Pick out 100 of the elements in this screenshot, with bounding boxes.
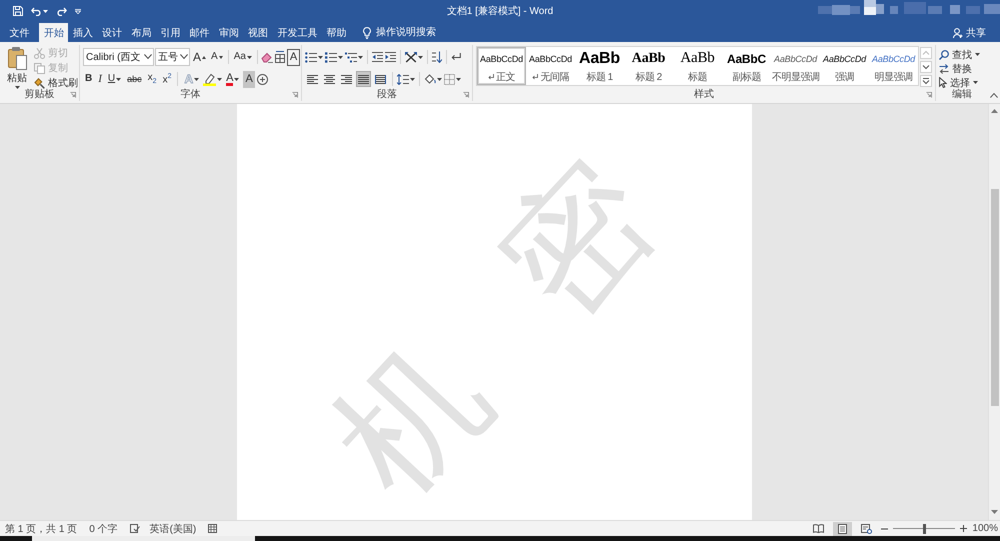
plus-icon[interactable]: [960, 525, 968, 532]
caret-down-icon[interactable]: [217, 78, 222, 80]
chevron-up-icon[interactable]: [990, 93, 998, 98]
ribbon-tab[interactable]: 布局: [126, 23, 156, 42]
lightbulb-icon[interactable]: [363, 26, 372, 38]
ribbon-tab[interactable]: 引用: [156, 23, 186, 42]
caret-down-icon[interactable]: [418, 56, 423, 58]
language-status[interactable]: 英语(美国): [150, 522, 196, 536]
share-button[interactable]: 共享: [953, 23, 986, 42]
caret-down-icon[interactable]: [973, 81, 978, 84]
ribbon-tab[interactable]: 视图: [244, 23, 273, 42]
align-center-icon[interactable]: [324, 74, 335, 84]
undo-icon[interactable]: [31, 6, 42, 16]
chevron-down-icon[interactable]: [144, 54, 152, 59]
bold-button[interactable]: B: [83, 70, 94, 88]
style-item[interactable]: AaBbCcDd 正文: [477, 47, 526, 85]
circled-plus-icon[interactable]: [256, 74, 268, 84]
vertical-scrollbar[interactable]: [988, 104, 1000, 520]
open-book-icon[interactable]: [813, 524, 824, 533]
underline-button[interactable]: U: [106, 70, 124, 88]
minus-icon[interactable]: [881, 528, 888, 530]
grid-icon[interactable]: [208, 524, 218, 533]
swap-arrows-icon[interactable]: [939, 64, 949, 74]
paint-bucket-icon[interactable]: [424, 74, 436, 84]
caret-down-icon[interactable]: [14, 86, 20, 89]
corner-arrow-icon[interactable]: [70, 92, 76, 98]
page-icon[interactable]: [838, 524, 848, 534]
tell-me-search-field[interactable]: 操作说明搜索: [376, 26, 448, 40]
caret-down-icon[interactable]: [116, 78, 122, 80]
distributed-icon[interactable]: [375, 74, 386, 84]
find-button[interactable]: 查找: [939, 48, 980, 61]
strikethrough-button[interactable]: abc: [125, 70, 144, 88]
line-spacing-icon[interactable]: [397, 74, 409, 84]
grow-font-button[interactable]: A: [191, 48, 208, 66]
zoom-slider-thumb[interactable]: [922, 524, 926, 534]
web-page-icon[interactable]: [861, 524, 872, 534]
multilevel-list-icon[interactable]: [345, 52, 357, 62]
arrow-down-icon[interactable]: [991, 510, 998, 514]
page-count[interactable]: 第 1 页，共 1 页: [5, 522, 78, 536]
pointer-icon[interactable]: [939, 77, 947, 88]
shrink-font-button[interactable]: A: [209, 48, 225, 66]
chevron-down-icon[interactable]: [180, 54, 188, 59]
select-button[interactable]: 选择: [939, 76, 980, 89]
eraser-icon[interactable]: [260, 51, 273, 63]
corner-arrow-icon[interactable]: [463, 92, 469, 98]
caret-up-icon[interactable]: [202, 56, 206, 58]
caret-down-icon[interactable]: [456, 78, 461, 80]
bullet-list-icon[interactable]: [305, 52, 317, 62]
replace-button[interactable]: 替换: [939, 62, 980, 75]
caret-down-icon[interactable]: [975, 53, 980, 56]
align-right-icon[interactable]: [341, 74, 352, 84]
scrollbar-thumb[interactable]: [990, 189, 998, 406]
save-icon[interactable]: [13, 6, 23, 16]
caret-down-icon[interactable]: [43, 10, 48, 12]
zoom-level[interactable]: 100%: [972, 523, 998, 534]
character-shading-button[interactable]: A: [243, 70, 255, 88]
ribbon-tab[interactable]: 邮件: [185, 23, 214, 42]
clipboard-icon[interactable]: [7, 46, 27, 70]
caret-down-icon[interactable]: [246, 56, 252, 58]
person-icon[interactable]: [953, 28, 963, 38]
caret-down-icon[interactable]: [437, 78, 442, 80]
caret-down-icon[interactable]: [318, 56, 323, 58]
subscript-button[interactable]: x$_{2}$: [146, 70, 159, 88]
border-grid-icon[interactable]: [444, 74, 455, 84]
caret-down-icon[interactable]: [218, 56, 223, 58]
sort-icon[interactable]: [432, 51, 442, 63]
increase-indent-icon[interactable]: [385, 52, 396, 62]
justify-icon[interactable]: [358, 74, 369, 84]
caret-down-icon[interactable]: [358, 56, 363, 58]
gallery-more-icon[interactable]: [920, 75, 932, 87]
ribbon-tab[interactable]: 审阅: [214, 23, 244, 42]
caret-down-icon[interactable]: [338, 56, 343, 58]
character-grid-icon[interactable]: [274, 51, 286, 63]
scroll-down-icon[interactable]: [920, 61, 932, 73]
superscript-button[interactable]: x$^{2}$: [160, 70, 174, 88]
arrow-up-icon[interactable]: [991, 109, 998, 113]
paste-button[interactable]: 粘贴: [3, 45, 31, 87]
caret-down-icon[interactable]: [194, 78, 200, 80]
numbered-list-icon[interactable]: [325, 52, 337, 62]
caret-down-icon[interactable]: [234, 78, 240, 80]
redo-icon[interactable]: [56, 6, 67, 16]
ribbon-tab[interactable]: 帮助: [322, 23, 352, 42]
decrease-indent-icon[interactable]: [372, 52, 383, 62]
check-square-icon[interactable]: [130, 524, 140, 533]
format-painter-button[interactable]: 格式刷: [34, 76, 78, 90]
dropdown-icon[interactable]: [75, 8, 81, 14]
caret-down-icon[interactable]: [410, 78, 415, 80]
word-count[interactable]: 0 个字: [89, 522, 118, 536]
crossed-arrows-icon[interactable]: [405, 52, 417, 62]
ribbon-tab[interactable]: 文件: [5, 23, 34, 42]
font-name-field[interactable]: Calibri (西文: [83, 48, 154, 66]
highlighter-icon[interactable]: [203, 72, 216, 86]
align-left-icon[interactable]: [307, 74, 318, 84]
character-border-button[interactable]: A: [286, 48, 300, 66]
font-size-field[interactable]: 五号: [155, 48, 190, 66]
ribbon-tab[interactable]: 开发工具: [272, 23, 322, 42]
ribbon-tab[interactable]: 开始: [39, 23, 68, 42]
ribbon-tab[interactable]: 设计: [98, 23, 127, 42]
corner-arrow-icon[interactable]: [926, 92, 932, 98]
paintbrush-icon[interactable]: [34, 78, 45, 88]
